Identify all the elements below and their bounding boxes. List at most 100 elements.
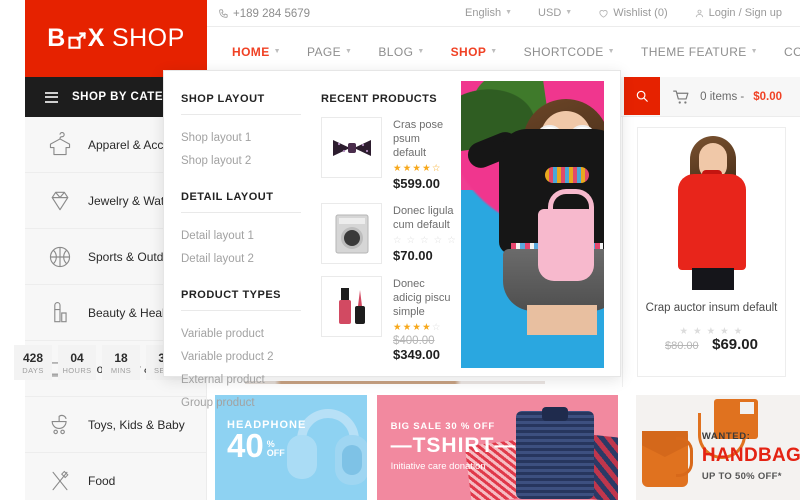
nav-label: PAGE [306,45,342,59]
banner-handbags[interactable]: WANTED: HANDBAGS UP TO 50% OFF* [635,395,800,500]
featured-product-panel: Crap auctor insum default ★ ★ ★ ★ ★ $80.… [622,117,800,387]
banner-headline: —TSHIRT— [390,434,517,457]
sidebar-item-label: Toys, Kids & Baby [88,417,185,432]
page-root: +189 284 5679 English ▼ USD ▼ Wishlist (… [0,0,800,500]
heart-icon [599,9,608,18]
featured-product-title: Crap auctor insum default [645,302,778,314]
mega-link-detail-layout-1[interactable]: Detail layout 1 [181,224,321,247]
chevron-down-icon: ▼ [273,47,281,55]
mega-link-external-product[interactable]: External product [181,368,321,391]
nav-item-contact-us[interactable]: CONTACT US [771,45,800,59]
banner-headline: HANDBAGS [701,445,800,466]
countdown-label: DAYS [22,365,44,375]
mega-menu-model-image [461,81,604,368]
countdown-value: 18 [114,350,128,365]
nav-item-blog[interactable]: BLOG ▼ [365,45,437,59]
search-icon [636,90,648,102]
cart-summary[interactable]: 0 items - $0.00 [672,77,782,117]
recent-product-item[interactable]: Donec adicig piscu simple ★★★★☆ $400.00 … [321,276,461,362]
chevron-down-icon: ▼ [750,47,759,55]
currency-selector[interactable]: USD ▼ [538,7,572,19]
mega-link-shop-layout-2[interactable]: Shop layout 2 [181,149,321,172]
nav-item-home[interactable]: HOME ▼ [219,45,294,59]
nav-item-theme-feature[interactable]: THEME FEATURE ▼ [628,45,771,59]
recent-product-price: $349.00 [393,347,440,362]
banner-eyebrow: WANTED: [701,431,751,442]
mega-link-group-product[interactable]: Group product [181,391,321,414]
recent-product-name: Donec adicig piscu simple [393,278,451,318]
site-logo[interactable]: B X SHOP [25,0,207,77]
featured-product-prices: $80.00 $69.00 [638,336,785,354]
currency-label: USD [538,7,562,19]
account-label: Login / Sign up [708,7,782,19]
nav-item-page[interactable]: PAGE ▼ [294,45,365,59]
language-label: English [465,7,502,19]
recent-product-rating: ☆ ☆ ☆ ☆ ☆ [393,235,457,246]
fork-knife-icon [45,466,75,496]
featured-old-price: $80.00 [665,340,699,352]
featured-product-card[interactable]: Crap auctor insum default ★ ★ ★ ★ ★ $80.… [637,127,786,377]
recent-product-name: Cras pose psum default [393,119,444,159]
account-link[interactable]: Login / Sign up [694,7,782,19]
nav-label: SHORTCODE [523,45,604,59]
box-icon [67,29,87,49]
mega-menu-promo-column [461,71,620,376]
language-selector[interactable]: English ▼ [465,7,512,19]
chevron-down-icon: ▼ [607,47,616,55]
sidebar-item-label: Beauty & Health [88,305,175,320]
sidebar-item-food[interactable]: Food [25,453,206,500]
banner-tshirt[interactable]: BIG SALE 30 % OFF —TSHIRT— Initiative ca… [376,395,618,500]
recent-products-title: RECENT PRODUCTS [321,93,438,105]
nail-polish-icon [321,276,382,337]
logo-prefix: B [47,24,66,52]
countdown-timer: 428 DAYS 04 HOURS 18 MINS 30 SECS [14,345,184,380]
banner-discount: 40 [227,427,264,464]
sidebar-item-toys-kids-baby[interactable]: Toys, Kids & Baby [25,397,206,453]
banner-subtext: Initiative care donation [390,461,486,472]
chevron-down-icon: ▼ [345,47,353,55]
nav-label: BLOG [378,45,414,59]
chevron-down-icon: ▼ [505,8,513,16]
mega-section-title: SHOP LAYOUT [181,93,301,115]
recent-product-item[interactable]: Donec ligula cum default ☆ ☆ ☆ ☆ ☆ $70.0… [321,203,461,264]
nav-item-shop[interactable]: SHOP ▼ [438,45,511,59]
mega-link-detail-layout-2[interactable]: Detail layout 2 [181,247,321,270]
red-coat-model-image [664,136,760,290]
basketball-icon [45,242,75,272]
chevron-down-icon: ▼ [565,8,573,16]
nav-label: CONTACT US [784,45,800,59]
sidebar-item-label: Food [88,474,116,488]
recent-products-column: RECENT PRODUCTS Cras pose psum default ★… [321,71,461,376]
recent-product-item[interactable]: Cras pose psum default ★★★★☆ $599.00 [321,117,461,191]
recent-product-rating: ★★★★☆ [393,322,442,333]
chevron-down-icon: ▼ [417,47,425,55]
chevron-down-icon: ▼ [490,47,498,55]
featured-price: $69.00 [712,336,758,353]
countdown-mins: 18 MINS [102,345,140,380]
logo-word: SHOP [111,24,185,52]
banner-off: OFF [266,448,285,458]
nav-label: THEME FEATURE [641,45,747,59]
stroller-icon [45,410,75,440]
nav-label: HOME [232,45,270,59]
recent-product-old-price: $400.00 [393,335,435,347]
mega-section-title: PRODUCT TYPES [181,289,301,311]
banner-subtext: UP TO 50% OFF* [701,471,782,482]
mega-link-variable-product-2[interactable]: Variable product 2 [181,345,321,368]
diamond-icon [45,186,75,216]
recent-product-name: Donec ligula cum default [393,205,454,231]
bowtie-icon [321,117,382,178]
recent-product-rating: ★★★★☆ [393,163,442,174]
countdown-hours: 04 HOURS [58,345,96,380]
nav-item-shortcode[interactable]: SHORTCODE ▼ [511,45,628,59]
washing-machine-icon [321,203,382,264]
wishlist-label: Wishlist (0) [613,7,668,19]
cart-amount: $0.00 [753,91,782,103]
wishlist-link[interactable]: Wishlist (0) [598,7,668,19]
mega-link-shop-layout-1[interactable]: Shop layout 1 [181,126,321,149]
recent-product-price: $70.00 [393,248,433,263]
search-button[interactable] [624,77,660,115]
countdown-value: 04 [70,350,84,365]
cart-icon [673,90,689,104]
mega-link-variable-product[interactable]: Variable product [181,322,321,345]
